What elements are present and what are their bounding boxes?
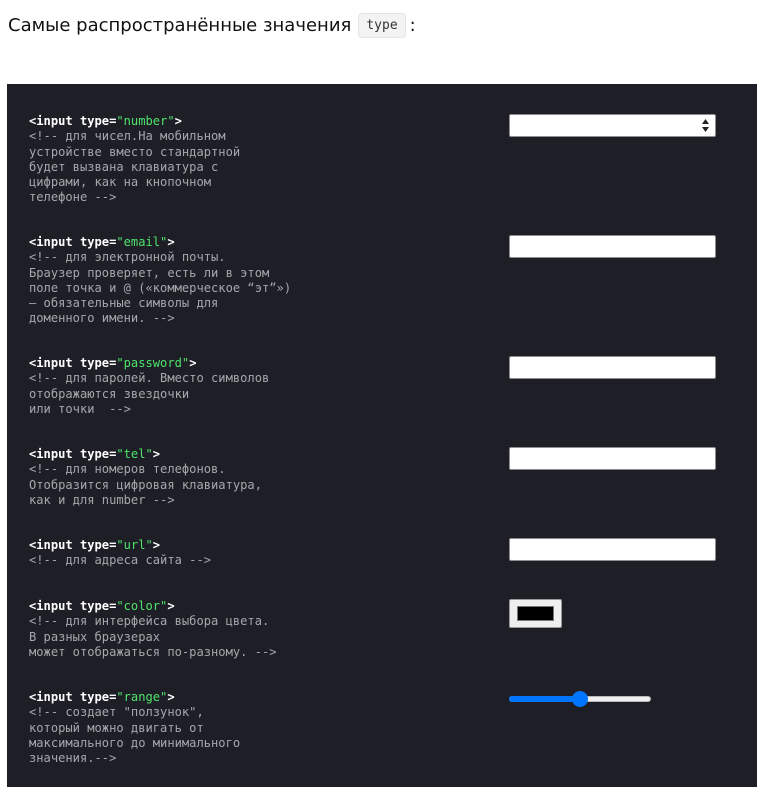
number-input[interactable] xyxy=(509,114,716,137)
heading-colon: : xyxy=(409,14,416,36)
code-comment: <!-- создает "ползунок", который можно д… xyxy=(29,705,241,766)
section-heading: Самые распространённые значения type : xyxy=(8,10,416,40)
email-input[interactable] xyxy=(509,235,716,258)
code-snippet-url: <input type="url"> <!-- для адреса сайта … xyxy=(29,538,211,569)
code-snippet-email: <input type="email"> <!-- для электронной… xyxy=(29,235,291,327)
range-slider[interactable] xyxy=(509,690,651,710)
code-comment: <!-- для электронной почты. Браузер пров… xyxy=(29,250,292,326)
slider-thumb[interactable] xyxy=(572,691,588,707)
code-line: <input type="number"> xyxy=(29,114,182,128)
attr-value: "number" xyxy=(116,114,175,128)
code-line: <input type="email"> xyxy=(29,235,175,249)
heading-text: Самые распространённые значения xyxy=(8,14,352,36)
attr-value: "tel" xyxy=(116,447,153,461)
code-snippet-range: <input type="range"> <!-- создает "ползун… xyxy=(29,690,240,766)
code-snippet-tel: <input type="tel"> <!-- для номеров телеф… xyxy=(29,447,262,508)
code-comment: <!-- для номеров телефонов. Отобразится … xyxy=(29,462,262,507)
code-line: <input type="range"> xyxy=(29,690,175,704)
attr-value: "password" xyxy=(116,356,190,370)
inline-code-type: type xyxy=(358,12,406,38)
code-line: <input type="url"> xyxy=(29,538,161,552)
code-snippet-color: <input type="color"> <!-- для интерфейса … xyxy=(29,599,277,660)
password-input[interactable] xyxy=(509,356,716,379)
code-comment: <!-- для адреса сайта --> xyxy=(29,553,212,568)
code-line: <input type="password"> xyxy=(29,356,197,370)
code-comment: <!-- для паролей. Вместо символов отобра… xyxy=(29,371,270,416)
attr-value: "color" xyxy=(116,599,168,613)
code-snippet-password: <input type="password"> <!-- для паролей.… xyxy=(29,356,269,417)
color-picker[interactable] xyxy=(509,599,562,628)
color-swatch-fill xyxy=(517,606,554,621)
spinner-arrows-icon[interactable] xyxy=(701,118,710,133)
url-input[interactable] xyxy=(509,538,716,561)
attr-value: "range" xyxy=(116,690,168,704)
code-snippet-number: <input type="number"> <!-- для чисел.На м… xyxy=(29,114,240,206)
code-line: <input type="tel"> xyxy=(29,447,161,461)
tel-input[interactable] xyxy=(509,447,716,470)
code-comment: <!-- для чисел.На мобильном устройстве в… xyxy=(29,129,241,205)
attr-value: "url" xyxy=(116,538,153,552)
slider-track-fill xyxy=(509,696,580,702)
code-example-panel: <input type="number"> <!-- для чисел.На м… xyxy=(7,84,757,787)
code-line: <input type="color"> xyxy=(29,599,175,613)
attr-value: "email" xyxy=(116,235,168,249)
code-comment: <!-- для интерфейса выбора цвета. В разн… xyxy=(29,614,277,659)
